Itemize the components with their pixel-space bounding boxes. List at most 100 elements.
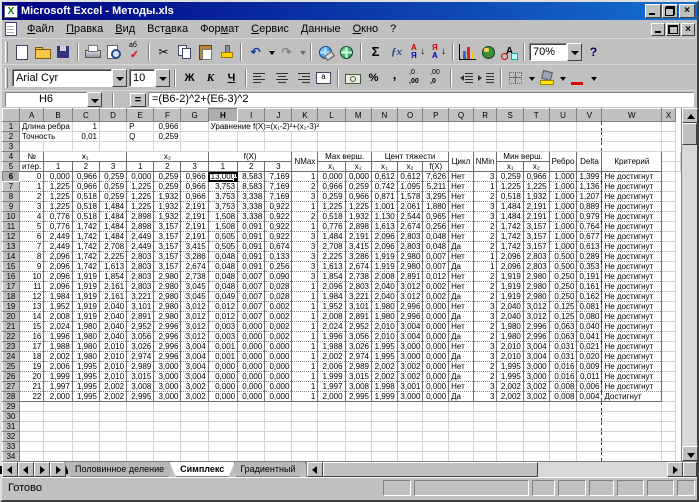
cell[interactable]: 1,742 bbox=[72, 251, 100, 262]
row-header-31[interactable]: 31 bbox=[2, 421, 20, 432]
cell[interactable]: 2,980 bbox=[153, 291, 182, 302]
name-box-value[interactable]: H6 bbox=[5, 92, 87, 107]
header-cell[interactable]: 3 bbox=[264, 161, 293, 172]
cell[interactable] bbox=[661, 211, 676, 222]
cell[interactable]: Уравнение f(X)=(x₁-2)²+(x₂-3)² bbox=[208, 121, 346, 132]
cell[interactable]: 3,026 bbox=[345, 341, 372, 352]
cell[interactable]: 2,891 bbox=[126, 311, 155, 322]
header-cell[interactable]: x₂ bbox=[344, 161, 372, 172]
cell[interactable]: Не достигнут bbox=[601, 231, 663, 242]
cell[interactable]: 0,250 bbox=[549, 271, 578, 282]
print-preview-button[interactable] bbox=[103, 41, 124, 62]
cell[interactable]: 0,000 bbox=[345, 171, 372, 182]
sheet-tab-Симплекс[interactable]: Симплекс bbox=[169, 462, 235, 477]
cell[interactable]: 3,753 bbox=[208, 201, 239, 212]
row-header-25[interactable]: 25 bbox=[2, 361, 20, 372]
cell[interactable] bbox=[496, 451, 524, 461]
row-header-14[interactable]: 14 bbox=[2, 251, 20, 262]
cell[interactable]: Не достигнут bbox=[601, 381, 663, 392]
cell[interactable]: 0,003 bbox=[208, 331, 239, 342]
workbook-restore-button[interactable] bbox=[666, 22, 680, 36]
font-name-dropdown-icon[interactable] bbox=[112, 68, 127, 87]
cell[interactable]: 3,000 bbox=[397, 391, 424, 402]
cell[interactable]: 1,919 bbox=[72, 271, 100, 282]
cell[interactable] bbox=[601, 421, 663, 432]
cell[interactable]: 1,854 bbox=[317, 271, 346, 282]
cell[interactable]: 2,010 bbox=[371, 331, 398, 342]
cell[interactable] bbox=[661, 351, 676, 362]
cell[interactable]: 0,259 bbox=[496, 171, 524, 182]
cell[interactable] bbox=[661, 241, 676, 252]
cell[interactable]: 20 bbox=[18, 371, 45, 382]
next-sheet-button[interactable] bbox=[34, 462, 50, 477]
cell[interactable]: 1 bbox=[291, 201, 319, 212]
cell[interactable]: 3 bbox=[473, 171, 498, 182]
row-header-21[interactable]: 21 bbox=[2, 321, 20, 332]
align-right-button[interactable] bbox=[292, 67, 313, 88]
workbook-icon[interactable] bbox=[5, 22, 17, 36]
cell[interactable]: 0,500 bbox=[549, 251, 578, 262]
cell[interactable] bbox=[371, 121, 398, 132]
undo-button[interactable]: ↶ bbox=[245, 41, 266, 62]
cell[interactable]: 18 bbox=[18, 351, 45, 362]
cell[interactable]: 0,764 bbox=[576, 221, 603, 232]
previous-sheet-button[interactable] bbox=[18, 462, 34, 477]
cell[interactable] bbox=[661, 341, 676, 352]
cell[interactable]: 2,191 bbox=[180, 221, 209, 232]
cell[interactable]: 0,012 bbox=[422, 271, 450, 282]
cell[interactable]: 7 bbox=[18, 241, 45, 252]
column-header-Q[interactable]: Q bbox=[448, 108, 474, 122]
cell[interactable] bbox=[601, 451, 663, 461]
cell[interactable]: 2,040 bbox=[99, 301, 128, 312]
cell[interactable]: 3,004 bbox=[523, 351, 550, 362]
cell[interactable]: Да bbox=[448, 311, 474, 322]
cell[interactable]: Нет bbox=[448, 181, 474, 192]
cell[interactable]: Не достигнут bbox=[601, 281, 663, 292]
scroll-down-button[interactable] bbox=[682, 446, 698, 461]
menu-Окно[interactable]: Окно bbox=[347, 21, 385, 37]
menu-Вид[interactable]: Вид bbox=[109, 21, 141, 37]
cell[interactable]: 2,449 bbox=[126, 241, 155, 252]
cell[interactable]: 1,999 bbox=[317, 371, 346, 382]
toolbar-grab-handle[interactable] bbox=[5, 41, 8, 62]
cell[interactable]: 3,221 bbox=[126, 291, 155, 302]
cell[interactable]: 0,008 bbox=[549, 391, 578, 402]
cell[interactable] bbox=[422, 121, 450, 132]
cell[interactable]: 1,000 bbox=[549, 211, 578, 222]
close-button[interactable]: × bbox=[679, 4, 695, 18]
cell[interactable]: 2,803 bbox=[523, 251, 550, 262]
align-left-button[interactable] bbox=[250, 67, 271, 88]
header-cell[interactable]: Цент тяжести bbox=[370, 151, 450, 162]
cell[interactable]: 2,738 bbox=[345, 271, 372, 282]
cell[interactable] bbox=[661, 331, 676, 342]
cell[interactable]: 1,980 bbox=[371, 311, 398, 322]
cell[interactable]: 0,007 bbox=[237, 271, 266, 282]
cell[interactable]: 1,984 bbox=[317, 291, 346, 302]
cell[interactable]: 1,995 bbox=[72, 391, 100, 402]
cell[interactable] bbox=[208, 421, 239, 432]
cell[interactable] bbox=[661, 261, 676, 272]
cell[interactable]: 0,613 bbox=[576, 241, 603, 252]
cell[interactable]: 2 bbox=[473, 291, 498, 302]
cell[interactable] bbox=[549, 431, 578, 442]
row-header-17[interactable]: 17 bbox=[2, 281, 20, 292]
cell[interactable] bbox=[661, 401, 676, 412]
row-header-23[interactable]: 23 bbox=[2, 341, 20, 352]
cell[interactable] bbox=[208, 431, 239, 442]
cell[interactable]: 1,578 bbox=[397, 191, 424, 202]
cell[interactable]: 0,091 bbox=[237, 261, 266, 272]
cell[interactable]: 2 bbox=[473, 191, 498, 202]
column-header-U[interactable]: U bbox=[548, 108, 578, 122]
cell[interactable]: 3,338 bbox=[237, 191, 266, 202]
cell[interactable]: 1,980 bbox=[72, 351, 100, 362]
cell[interactable]: 1,508 bbox=[208, 211, 239, 222]
cell[interactable] bbox=[549, 421, 578, 432]
cell[interactable] bbox=[371, 431, 398, 442]
cell[interactable]: 2,010 bbox=[496, 341, 524, 352]
cell[interactable]: 3,157 bbox=[523, 241, 550, 252]
cell[interactable]: 0,048 bbox=[208, 271, 239, 282]
cell[interactable]: 2,708 bbox=[317, 241, 346, 252]
cell[interactable]: 0,289 bbox=[576, 251, 603, 262]
cell[interactable]: 0,009 bbox=[576, 361, 603, 372]
cell[interactable] bbox=[180, 421, 209, 432]
